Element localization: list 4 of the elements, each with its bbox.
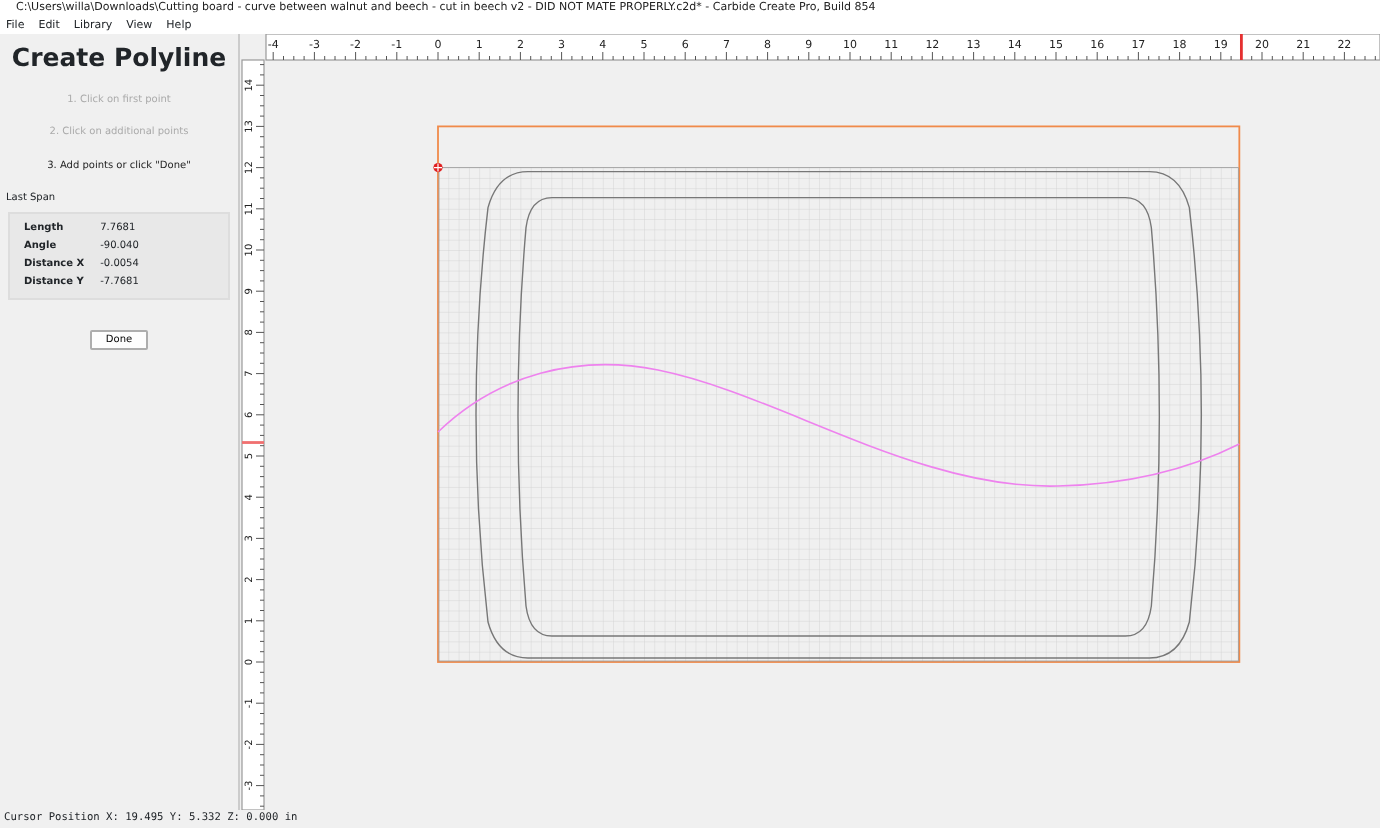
panel-title: Create Polyline	[9, 40, 229, 76]
origin-marker-icon	[433, 163, 443, 173]
cursor-marker	[242, 441, 264, 444]
cursor-marker	[1240, 34, 1243, 60]
